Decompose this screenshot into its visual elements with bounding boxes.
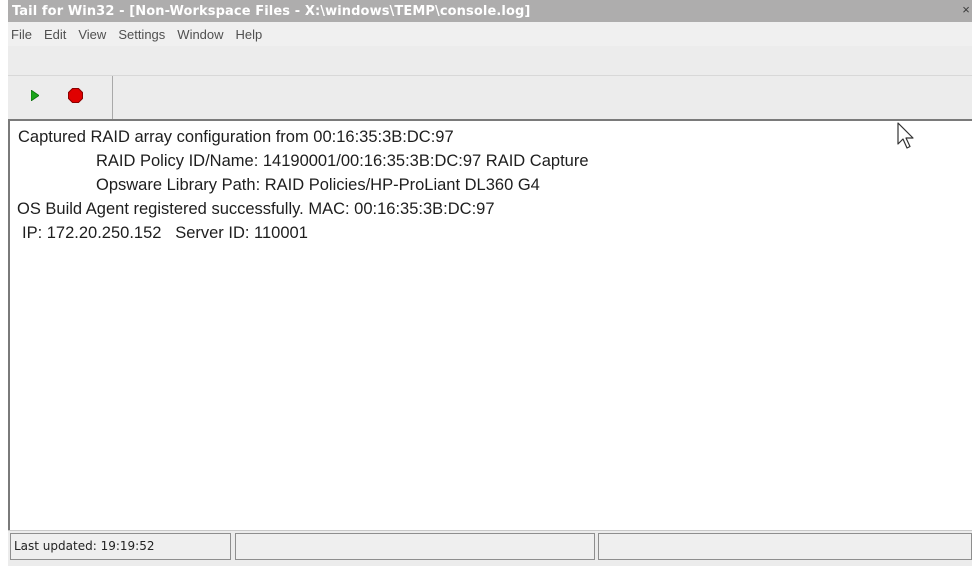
mouse-cursor-icon [897, 122, 917, 150]
status-bar: Last updated: 19:19:52 [8, 530, 972, 566]
status-pane-3 [598, 533, 972, 560]
status-last-updated: Last updated: 19:19:52 [10, 533, 231, 560]
log-line: OS Build Agent registered successfully. … [17, 200, 495, 218]
toolbar [8, 46, 972, 119]
menu-window[interactable]: Window [172, 27, 228, 42]
toolbar-divider [8, 75, 972, 76]
stop-icon [67, 87, 83, 103]
menu-file[interactable]: File [8, 27, 37, 42]
log-view[interactable]: Captured RAID array configuration from 0… [8, 119, 972, 530]
window-titlebar[interactable]: Tail for Win32 - [Non-Workspace Files - … [8, 0, 972, 23]
window-title: Tail for Win32 - [Non-Workspace Files - … [12, 3, 531, 19]
stop-button[interactable] [66, 86, 84, 104]
menu-bar: File Edit View Settings Window Help [8, 22, 972, 46]
menu-view[interactable]: View [73, 27, 111, 42]
log-line: Opsware Library Path: RAID Policies/HP-P… [96, 176, 540, 194]
start-button[interactable] [28, 88, 42, 102]
log-line: RAID Policy ID/Name: 14190001/00:16:35:3… [96, 152, 589, 170]
toolbar-button-group [9, 76, 113, 119]
close-icon[interactable]: × [960, 2, 972, 18]
menu-settings[interactable]: Settings [113, 27, 170, 42]
status-pane-2 [235, 533, 595, 560]
log-line: Captured RAID array configuration from 0… [18, 128, 454, 146]
log-line: IP: 172.20.250.152 Server ID: 110001 [22, 224, 308, 242]
menu-help[interactable]: Help [231, 27, 268, 42]
play-icon [31, 89, 39, 101]
menu-edit[interactable]: Edit [39, 27, 71, 42]
